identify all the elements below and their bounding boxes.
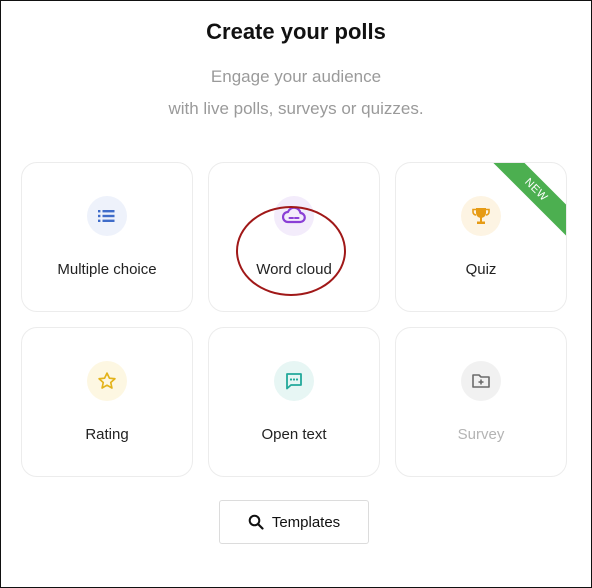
folder-plus-icon bbox=[461, 361, 501, 401]
chat-icon bbox=[274, 361, 314, 401]
card-open-text[interactable]: Open text bbox=[208, 327, 380, 477]
templates-button[interactable]: Templates bbox=[219, 500, 369, 544]
card-quiz[interactable]: NEW Quiz bbox=[395, 162, 567, 312]
cloud-icon bbox=[274, 196, 314, 236]
card-label: Open text bbox=[261, 426, 327, 443]
subtitle-line-2: with live polls, surveys or quizzes. bbox=[168, 99, 424, 118]
trophy-icon bbox=[461, 196, 501, 236]
page-title: Create your polls bbox=[206, 19, 386, 44]
search-icon bbox=[248, 514, 264, 530]
card-word-cloud[interactable]: Word cloud bbox=[208, 162, 380, 312]
card-label: Quiz bbox=[465, 261, 497, 278]
card-multiple-choice[interactable]: Multiple choice bbox=[21, 162, 193, 312]
templates-label: Templates bbox=[271, 513, 341, 531]
card-label: Survey bbox=[457, 426, 505, 443]
card-label: Rating bbox=[85, 426, 129, 443]
star-icon bbox=[87, 361, 127, 401]
card-label: Word cloud bbox=[256, 261, 332, 278]
window-frame: Create your polls Engage your audience w… bbox=[0, 0, 592, 588]
card-label: Multiple choice bbox=[57, 261, 157, 278]
new-badge: NEW bbox=[485, 163, 566, 241]
subtitle-line-1: Engage your audience bbox=[210, 67, 382, 86]
card-survey[interactable]: Survey bbox=[395, 327, 567, 477]
card-rating[interactable]: Rating bbox=[21, 327, 193, 477]
list-icon bbox=[87, 196, 127, 236]
